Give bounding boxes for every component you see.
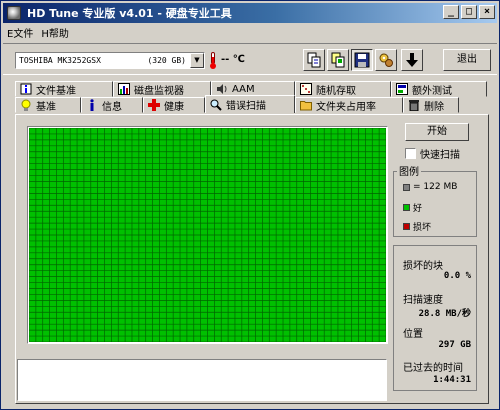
magnifier-icon (210, 99, 222, 111)
tests-icon (396, 83, 408, 95)
scan-speed-label: 扫描速度 (403, 295, 443, 306)
title-bar[interactable]: HD Tune 专业版 v4.01 - 硬盘专业工具 _ □ × (3, 3, 497, 23)
menu-bar: E文件 H帮助 (3, 24, 69, 41)
good-swatch-icon (403, 204, 410, 211)
copy-icon (307, 52, 321, 68)
drive-size: (320 GB) (147, 56, 186, 65)
tab-label: 文件夹占用率 (316, 101, 376, 113)
tab-label: 健康 (164, 101, 184, 113)
tab-row-front: 基准 信息 健康 错误扫描 文件夹占用率 删除 (15, 95, 459, 113)
tab-label: AAM (232, 83, 255, 95)
legend-bad-text: 损坏 (413, 223, 432, 233)
quick-scan-label: 快速扫描 (420, 150, 460, 161)
options-gear-icon (379, 53, 393, 67)
lightbulb-icon (21, 99, 31, 111)
tab-label: 错误扫描 (226, 101, 266, 112)
trash-icon (409, 100, 419, 111)
thermometer-icon (210, 52, 216, 69)
drive-model: TOSHIBA MK3252GSX (19, 56, 101, 65)
app-window: HD Tune 专业版 v4.01 - 硬盘专业工具 _ □ × E文件 H帮助… (0, 0, 500, 410)
window-controls: _ □ × (443, 5, 495, 19)
quick-scan-checkbox[interactable] (405, 148, 416, 159)
legend-good: 好 (403, 201, 422, 214)
tab-label: 文件基准 (36, 85, 76, 97)
info-icon (20, 83, 32, 95)
scan-block-grid (29, 128, 386, 342)
temperature-readout: -- ℃ (221, 54, 245, 65)
tab-error-scan[interactable]: 错误扫描 (205, 95, 295, 113)
drive-select[interactable]: TOSHIBA MK3252GSX (320 GB) ▼ (15, 52, 205, 69)
elapsed-time-value: 1:44:31 (433, 375, 471, 385)
window-title: HD Tune 专业版 v4.01 - 硬盘专业工具 (27, 7, 232, 20)
scan-speed-value: 28.8 MB/秒 (418, 309, 471, 319)
damaged-blocks-value: 0.0 % (443, 271, 471, 281)
speaker-icon (217, 84, 227, 94)
tab-erase[interactable]: 删除 (403, 97, 459, 113)
tab-random-access[interactable]: 随机存取 (295, 81, 391, 97)
tab-folder-usage[interactable]: 文件夹占用率 (295, 97, 403, 113)
legend-title: 图例 (397, 163, 421, 178)
tab-benchmark[interactable]: 基准 (15, 97, 81, 113)
position-value: 297 GB (438, 340, 471, 350)
tab-extra-tests[interactable]: 额外测试 (391, 81, 487, 97)
tab-info[interactable]: 信息 (81, 97, 143, 113)
info-icon (90, 99, 94, 111)
close-button[interactable]: × (479, 5, 495, 19)
download-button[interactable] (401, 49, 423, 71)
block-swatch-icon (403, 183, 410, 191)
save-button[interactable] (351, 49, 373, 71)
options-button[interactable] (375, 49, 397, 71)
tab-label: 随机存取 (316, 85, 356, 97)
legend-good-text: 好 (413, 204, 423, 214)
chart-icon (118, 83, 130, 95)
position-label: 位置 (403, 329, 423, 340)
tab-label: 删除 (424, 101, 444, 113)
toolbar: TOSHIBA MK3252GSX (320 GB) ▼ -- ℃ 退出 (3, 43, 497, 75)
tab-label: 额外测试 (412, 85, 452, 97)
copy-screenshot-button[interactable] (327, 49, 349, 71)
folder-icon (300, 101, 312, 111)
legend-block-size: = 122 MB (403, 182, 457, 192)
chevron-down-icon[interactable]: ▼ (190, 53, 204, 68)
bad-swatch-icon (403, 223, 410, 230)
scan-block-map (27, 126, 388, 344)
maximize-button[interactable]: □ (461, 5, 477, 19)
damaged-blocks-label: 损坏的块 (403, 261, 443, 272)
tab-label: 信息 (102, 101, 122, 113)
arrow-down-icon (406, 53, 418, 67)
tab-file-benchmark[interactable]: 文件基准 (15, 81, 113, 97)
floppy-disk-icon (354, 52, 370, 68)
menu-file[interactable]: E文件 (7, 25, 33, 40)
tab-health[interactable]: 健康 (143, 97, 205, 113)
quick-scan-option[interactable]: 快速扫描 (405, 146, 460, 161)
exit-button[interactable]: 退出 (443, 49, 491, 71)
menu-help[interactable]: H帮助 (41, 25, 69, 40)
minimize-button[interactable]: _ (443, 5, 459, 19)
health-cross-icon (148, 99, 160, 111)
copy-info-button[interactable] (303, 49, 325, 71)
legend-bad: 损坏 (403, 220, 431, 233)
legend-block-size-text: = 122 MB (413, 182, 458, 192)
elapsed-time-label: 已过去的时间 (403, 363, 463, 374)
start-button[interactable]: 开始 (405, 123, 469, 141)
log-output-box (17, 359, 387, 401)
tab-label: 基准 (36, 101, 56, 113)
dice-icon (300, 83, 312, 95)
tab-disk-monitor[interactable]: 磁盘监视器 (113, 81, 211, 97)
tab-label: 磁盘监视器 (134, 85, 184, 97)
screenshot-icon (331, 52, 345, 68)
hd-tune-app-icon (7, 6, 21, 20)
